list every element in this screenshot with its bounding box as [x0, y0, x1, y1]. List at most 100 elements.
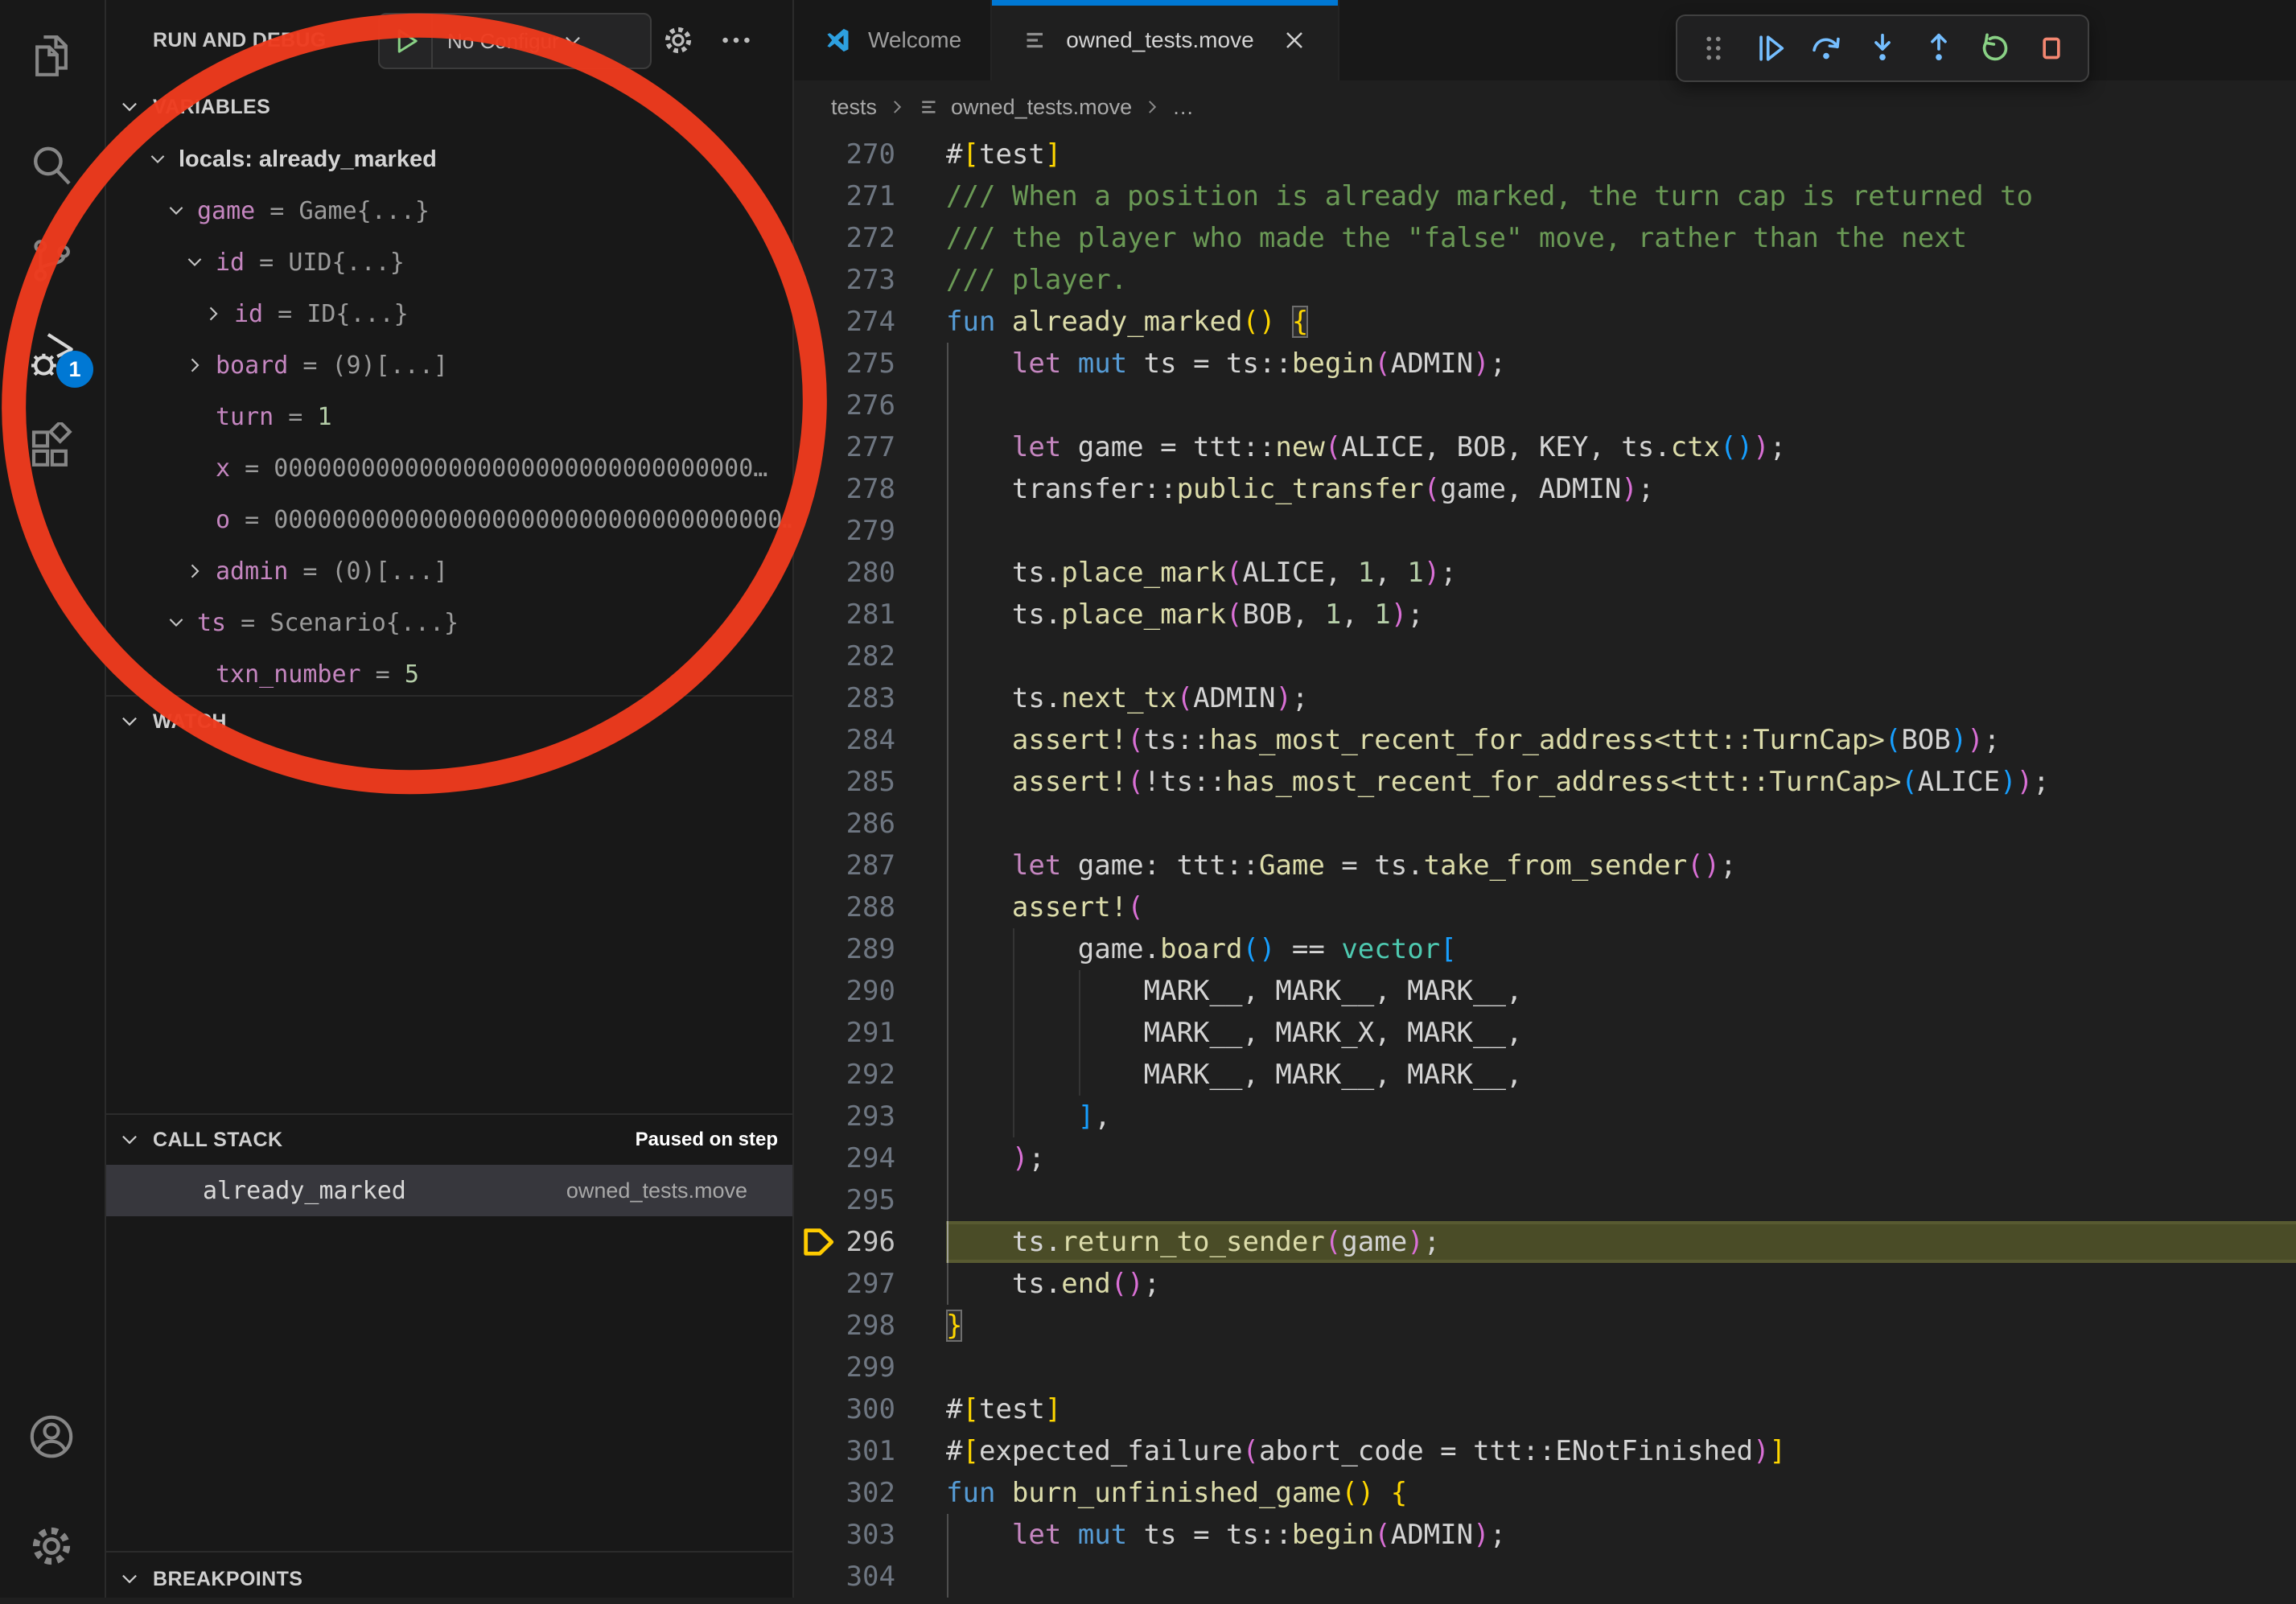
code-line-304[interactable]: 304	[794, 1556, 2296, 1598]
breakpoint-gutter[interactable]	[794, 719, 839, 761]
code-line-299[interactable]: 299	[794, 1347, 2296, 1388]
breakpoint-gutter[interactable]	[794, 426, 839, 468]
variable-row-game[interactable]: game = Game{...}	[106, 185, 792, 236]
code-line-284[interactable]: 284 assert!(ts::has_most_recent_for_addr…	[794, 719, 2296, 761]
code-line-301[interactable]: 301#[expected_failure(abort_code = ttt::…	[794, 1430, 2296, 1472]
step-out-button[interactable]	[1915, 25, 1962, 72]
breakpoint-gutter[interactable]	[794, 343, 839, 385]
step-into-button[interactable]	[1859, 25, 1906, 72]
code-line-282[interactable]: 282	[794, 635, 2296, 677]
code-line-300[interactable]: 300#[test]	[794, 1388, 2296, 1430]
code-line-275[interactable]: 275 let mut ts = ts::begin(ADMIN);	[794, 343, 2296, 385]
activity-item-settings[interactable]	[0, 1506, 103, 1586]
code-line-276[interactable]: 276	[794, 385, 2296, 426]
watch-section-header[interactable]: WATCH	[106, 697, 792, 746]
variable-row-turn[interactable]: turn = 1	[106, 391, 792, 442]
variables-section-header[interactable]: VARIABLES	[106, 82, 792, 132]
code-line-290[interactable]: 290 MARK__, MARK__, MARK__,	[794, 970, 2296, 1012]
activity-item-account[interactable]	[0, 1396, 103, 1477]
variable-row-board[interactable]: board = (9)[...]	[106, 339, 792, 391]
breadcrumb-item-[interactable]: …	[1172, 95, 1194, 120]
call-stack-section-header[interactable]: CALL STACK Paused on step	[106, 1115, 792, 1165]
debug-config-dropdown[interactable]: No Configur	[378, 13, 652, 69]
breakpoint-gutter[interactable]	[794, 468, 839, 510]
breakpoint-gutter[interactable]	[794, 552, 839, 594]
code-line-270[interactable]: 270#[test]	[794, 134, 2296, 175]
tab-owned-tests-move[interactable]: owned_tests.move	[992, 0, 1339, 80]
breakpoint-gutter[interactable]	[794, 761, 839, 803]
code-line-274[interactable]: 274fun already_marked() {	[794, 301, 2296, 343]
breakpoint-gutter[interactable]	[794, 1556, 839, 1598]
code-editor[interactable]: 270#[test]271/// When a position is alre…	[794, 134, 2296, 1598]
breakpoint-gutter[interactable]	[794, 1305, 839, 1347]
breakpoint-gutter[interactable]	[794, 1388, 839, 1430]
code-line-278[interactable]: 278 transfer::public_transfer(game, ADMI…	[794, 468, 2296, 510]
code-line-277[interactable]: 277 let game = ttt::new(ALICE, BOB, KEY,…	[794, 426, 2296, 468]
breakpoint-gutter[interactable]	[794, 928, 839, 970]
breakpoint-gutter[interactable]	[794, 175, 839, 217]
breakpoint-gutter[interactable]	[794, 635, 839, 677]
code-line-271[interactable]: 271/// When a position is already marked…	[794, 175, 2296, 217]
breakpoint-gutter[interactable]	[794, 259, 839, 301]
tab-welcome[interactable]: Welcome	[794, 0, 992, 80]
code-line-292[interactable]: 292 MARK__, MARK__, MARK__,	[794, 1054, 2296, 1096]
breakpoint-gutter[interactable]	[794, 1012, 839, 1054]
code-line-289[interactable]: 289 game.board() == vector[	[794, 928, 2296, 970]
variable-row-id[interactable]: id = UID{...}	[106, 236, 792, 288]
code-line-297[interactable]: 297 ts.end();	[794, 1263, 2296, 1305]
breakpoint-gutter[interactable]	[794, 1054, 839, 1096]
breakpoint-gutter[interactable]	[794, 134, 839, 175]
stop-button[interactable]	[2028, 25, 2075, 72]
restart-button[interactable]	[1972, 25, 2018, 72]
breakpoint-gutter[interactable]	[794, 1137, 839, 1179]
variable-row-txn-number[interactable]: txn_number = 5	[106, 648, 792, 700]
breakpoint-gutter[interactable]	[794, 1263, 839, 1305]
variable-row-x[interactable]: x = 000000000000000000000000000000000…	[106, 442, 792, 494]
breakpoint-gutter[interactable]	[794, 1430, 839, 1472]
drag-handle[interactable]	[1690, 25, 1737, 72]
breakpoint-gutter[interactable]	[794, 1096, 839, 1137]
code-line-280[interactable]: 280 ts.place_mark(ALICE, 1, 1);	[794, 552, 2296, 594]
variable-row-locals-already-marked[interactable]: locals: already_marked	[106, 134, 792, 185]
breakpoints-section-header[interactable]: BREAKPOINTS	[106, 1554, 792, 1604]
variable-row-id[interactable]: id = ID{...}	[106, 288, 792, 339]
breakpoint-gutter[interactable]	[794, 510, 839, 552]
breakpoint-gutter[interactable]	[794, 803, 839, 845]
code-line-288[interactable]: 288 assert!(	[794, 886, 2296, 928]
breakpoint-gutter[interactable]	[794, 301, 839, 343]
code-line-291[interactable]: 291 MARK__, MARK_X, MARK__,	[794, 1012, 2296, 1054]
breakpoint-gutter[interactable]	[794, 1514, 839, 1556]
activity-item-source-control[interactable]	[0, 220, 103, 301]
activity-item-run-and-debug[interactable]: 1	[0, 315, 103, 396]
code-line-281[interactable]: 281 ts.place_mark(BOB, 1, 1);	[794, 594, 2296, 635]
code-line-283[interactable]: 283 ts.next_tx(ADMIN);	[794, 677, 2296, 719]
breakpoint-gutter[interactable]	[794, 385, 839, 426]
breakpoint-gutter[interactable]	[794, 845, 839, 886]
breakpoint-gutter[interactable]	[794, 970, 839, 1012]
code-line-272[interactable]: 272/// the player who made the "false" m…	[794, 217, 2296, 259]
code-line-298[interactable]: 298}	[794, 1305, 2296, 1347]
breakpoint-gutter[interactable]	[794, 1347, 839, 1388]
breadcrumb-item-owned-tests-move[interactable]: owned_tests.move	[917, 95, 1132, 120]
breakpoint-gutter[interactable]	[794, 1179, 839, 1221]
code-line-273[interactable]: 273/// player.	[794, 259, 2296, 301]
code-line-279[interactable]: 279	[794, 510, 2296, 552]
breadcrumb-item-tests[interactable]: tests	[831, 95, 877, 120]
breakpoint-gutter[interactable]	[794, 1221, 839, 1263]
activity-item-search[interactable]	[0, 125, 103, 206]
code-line-295[interactable]: 295	[794, 1179, 2296, 1221]
code-line-287[interactable]: 287 let game: ttt::Game = ts.take_from_s…	[794, 845, 2296, 886]
code-line-302[interactable]: 302fun burn_unfinished_game() {	[794, 1472, 2296, 1514]
start-debugging-icon[interactable]	[389, 24, 423, 58]
variable-row-o[interactable]: o = 00000000000000000000000000000000000…	[106, 494, 792, 545]
code-line-303[interactable]: 303 let mut ts = ts::begin(ADMIN);	[794, 1514, 2296, 1556]
breakpoint-gutter[interactable]	[794, 886, 839, 928]
code-line-294[interactable]: 294 );	[794, 1137, 2296, 1179]
code-line-293[interactable]: 293 ],	[794, 1096, 2296, 1137]
activity-item-explorer[interactable]	[0, 14, 103, 95]
breakpoint-gutter[interactable]	[794, 594, 839, 635]
code-line-286[interactable]: 286	[794, 803, 2296, 845]
continue-button[interactable]	[1747, 25, 1793, 72]
code-line-296[interactable]: 296 ts.return_to_sender(game);	[794, 1221, 2296, 1263]
activity-item-extensions[interactable]	[0, 409, 103, 489]
